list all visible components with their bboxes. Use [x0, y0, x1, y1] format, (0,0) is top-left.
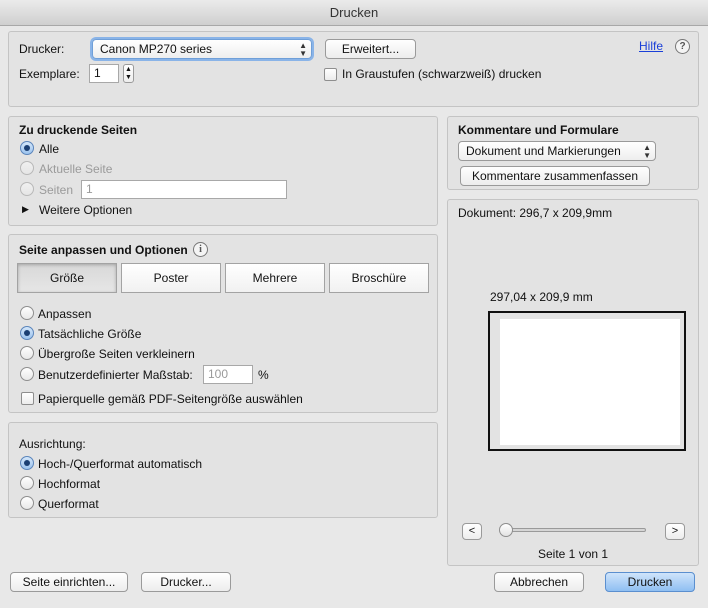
printer-panel: Drucker: Canon MP270 series ▲ ▼ Erweitert… — [8, 31, 699, 107]
comments-heading: Kommentare und Formulare — [458, 123, 619, 137]
grayscale-label: In Graustufen (schwarzweiß) drucken — [342, 67, 542, 81]
window-title: Drucken — [329, 5, 379, 20]
tab-poster-label: Poster — [153, 271, 189, 285]
printer-label: Drucker: — [19, 42, 65, 56]
stepper-up-icon[interactable]: ▲ — [125, 66, 132, 73]
fit-custom-label: Benutzerdefinierter Maßstab: — [38, 368, 193, 382]
pages-range-input[interactable]: 1 — [81, 180, 287, 199]
tab-booklet[interactable]: Broschüre — [329, 263, 429, 293]
fit-actual-radio[interactable] — [20, 326, 34, 340]
next-page-button[interactable]: > — [665, 523, 685, 540]
document-size: Dokument: 296,7 x 209,9mm — [458, 206, 613, 220]
more-options-label[interactable]: Weitere Optionen — [39, 203, 132, 217]
orientation-auto-radio[interactable] — [20, 456, 34, 470]
fit-shrink-radio[interactable] — [20, 346, 34, 360]
grayscale-checkbox[interactable] — [324, 68, 337, 81]
pages-all-radio[interactable] — [20, 141, 34, 155]
chevron-right-icon: > — [671, 525, 679, 537]
fit-panel: Seite anpassen und Optionen i Größe Post… — [8, 234, 438, 413]
pages-all-label: Alle — [39, 142, 60, 156]
fit-scale-label: Anpassen — [38, 307, 92, 321]
chevron-left-icon: < — [468, 525, 476, 537]
tab-size[interactable]: Größe — [17, 263, 117, 293]
fit-actual-label: Tatsächliche Größe — [38, 327, 142, 341]
page-setup-button[interactable]: Seite einrichten... — [10, 572, 128, 592]
page-size-label: 297,04 x 209,9 mm — [490, 290, 593, 304]
info-icon[interactable]: i — [193, 242, 208, 257]
page-indicator: Seite 1 von 1 — [538, 547, 609, 561]
help-link[interactable]: Hilfe — [639, 39, 663, 53]
tab-size-label: Größe — [49, 271, 84, 285]
preview-panel: Dokument: 296,7 x 209,9mm 297,04 x 209,9… — [447, 199, 699, 566]
orientation-auto-label: Hoch-/Querformat automatisch — [38, 457, 203, 471]
pages-range-label: Seiten — [39, 183, 74, 197]
orientation-landscape-label: Querformat — [38, 497, 99, 511]
orientation-portrait-radio[interactable] — [20, 476, 34, 490]
orientation-portrait-label: Hochformat — [38, 477, 101, 491]
page-slider-track[interactable] — [500, 528, 646, 532]
copies-stepper[interactable]: ▲ ▼ — [123, 64, 134, 83]
fit-shrink-label: Übergroße Seiten verkleinern — [38, 347, 195, 361]
pages-heading: Zu druckende Seiten — [19, 123, 138, 137]
copies-input[interactable]: 1 — [89, 64, 119, 83]
comments-selected-value: Dokument und Markierungen — [466, 144, 621, 158]
print-button[interactable]: Drucken — [605, 572, 695, 592]
help-icon[interactable]: ? — [675, 39, 690, 54]
page-slider-thumb[interactable] — [499, 523, 513, 537]
advanced-button[interactable]: Erweitert... — [325, 39, 416, 59]
tab-multiple-label: Mehrere — [252, 271, 298, 285]
pages-current-label: Aktuelle Seite — [39, 162, 113, 176]
page-preview-sheet — [500, 319, 680, 445]
paper-source-checkbox[interactable] — [21, 392, 34, 405]
fit-heading: Seite anpassen und Optionen — [19, 243, 188, 257]
window-titlebar: Drucken — [0, 0, 708, 26]
chevron-updown-icon: ▲ ▼ — [299, 41, 307, 58]
orientation-landscape-radio[interactable] — [20, 496, 34, 510]
fit-scale-radio[interactable] — [20, 306, 34, 320]
pages-panel: Zu druckende Seiten Alle Aktuelle Seite … — [8, 116, 438, 226]
printer-button[interactable]: Drucker... — [141, 572, 231, 592]
stepper-down-icon[interactable]: ▼ — [125, 74, 132, 81]
fit-custom-unit: % — [258, 368, 269, 382]
tab-multiple[interactable]: Mehrere — [225, 263, 325, 293]
summarize-comments-button[interactable]: Kommentare zusammenfassen — [460, 166, 650, 186]
pages-range-radio[interactable] — [20, 182, 34, 196]
paper-source-label: Papierquelle gemäß PDF-Seitengröße auswä… — [38, 392, 303, 406]
orientation-panel: Ausrichtung: Hoch-/Querformat automatisc… — [8, 422, 438, 518]
pages-current-radio[interactable] — [20, 161, 34, 175]
fit-custom-input[interactable]: 100 — [203, 365, 253, 384]
comments-panel: Kommentare und Formulare Dokument und Ma… — [447, 116, 699, 190]
fit-custom-radio[interactable] — [20, 367, 34, 381]
chevron-updown-icon: ▲ ▼ — [643, 143, 651, 160]
tab-poster[interactable]: Poster — [121, 263, 221, 293]
page-preview — [488, 311, 686, 451]
printer-select[interactable]: Canon MP270 series ▲ ▼ — [92, 39, 312, 59]
previous-page-button[interactable]: < — [462, 523, 482, 540]
cancel-button[interactable]: Abbrechen — [494, 572, 584, 592]
copies-label: Exemplare: — [19, 67, 80, 81]
disclosure-triangle-icon[interactable]: ▶ — [22, 204, 29, 215]
comments-select[interactable]: Dokument und Markierungen ▲ ▼ — [458, 141, 656, 161]
orientation-heading: Ausrichtung: — [19, 437, 86, 451]
tab-booklet-label: Broschüre — [351, 271, 407, 285]
printer-selected-value: Canon MP270 series — [100, 42, 213, 56]
